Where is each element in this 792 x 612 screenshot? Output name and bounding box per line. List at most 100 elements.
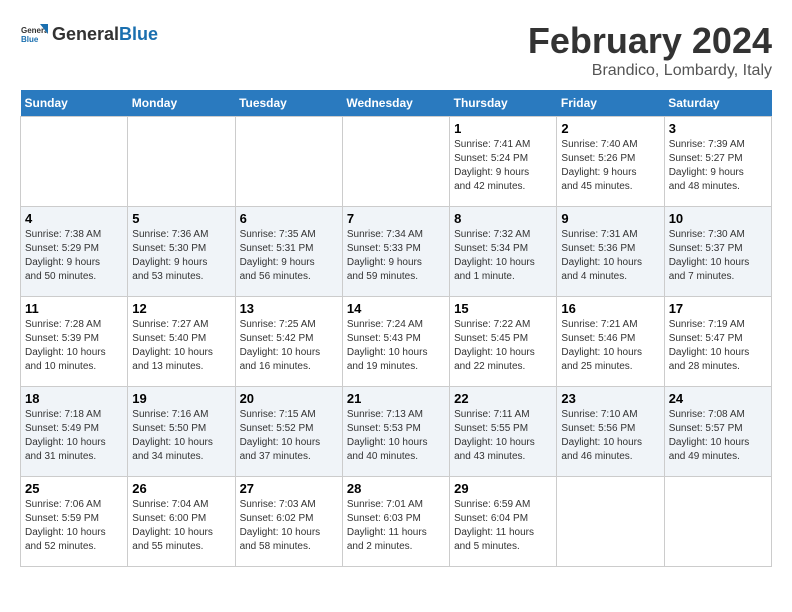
day-header-monday: Monday <box>128 90 235 117</box>
day-number: 27 <box>240 481 338 496</box>
day-info: Sunrise: 7:34 AM Sunset: 5:33 PM Dayligh… <box>347 228 445 284</box>
day-info: Sunrise: 7:39 AM Sunset: 5:27 PM Dayligh… <box>669 138 767 194</box>
day-number: 8 <box>454 211 552 226</box>
subtitle: Brandico, Lombardy, Italy <box>528 62 772 80</box>
day-info: Sunrise: 7:10 AM Sunset: 5:56 PM Dayligh… <box>561 408 659 464</box>
day-number: 2 <box>561 121 659 136</box>
day-info: Sunrise: 7:32 AM Sunset: 5:34 PM Dayligh… <box>454 228 552 284</box>
day-number: 6 <box>240 211 338 226</box>
day-number: 17 <box>669 301 767 316</box>
calendar-cell: 17Sunrise: 7:19 AM Sunset: 5:47 PM Dayli… <box>664 297 771 387</box>
main-title: February 2024 <box>528 20 772 62</box>
day-info: Sunrise: 6:59 AM Sunset: 6:04 PM Dayligh… <box>454 498 552 554</box>
calendar-cell: 16 Sunrise: 7:21 AM Sunset: 5:46 PM Dayli… <box>557 297 664 387</box>
calendar-cell: 27 Sunrise: 7:03 AM Sunset: 6:02 PM Dayli… <box>235 477 342 567</box>
day-header-thursday: Thursday <box>450 90 557 117</box>
calendar-cell: 3Sunrise: 7:39 AM Sunset: 5:27 PM Daylig… <box>664 117 771 207</box>
day-info: Sunrise: 7:28 AM Sunset: 5:39 PM Dayligh… <box>25 318 123 374</box>
day-number: 5 <box>132 211 230 226</box>
day-number: 24 <box>669 391 767 406</box>
day-info: Sunrise: 7:01 AM Sunset: 6:03 PM Dayligh… <box>347 498 445 554</box>
day-number: 10 <box>669 211 767 226</box>
logo-blue-text: Blue <box>119 24 158 45</box>
calendar-cell: 28 Sunrise: 7:01 AM Sunset: 6:03 PM Dayli… <box>342 477 449 567</box>
day-number: 9 <box>561 211 659 226</box>
day-header-sunday: Sunday <box>21 90 128 117</box>
day-info: Sunrise: 7:06 AM Sunset: 5:59 PM Dayligh… <box>25 498 123 554</box>
title-section: February 2024 Brandico, Lombardy, Italy <box>528 20 772 80</box>
calendar-week-3: 11 Sunrise: 7:28 AM Sunset: 5:39 PM Dayli… <box>21 297 772 387</box>
day-info: Sunrise: 7:35 AM Sunset: 5:31 PM Dayligh… <box>240 228 338 284</box>
day-number: 7 <box>347 211 445 226</box>
day-info: Sunrise: 7:04 AM Sunset: 6:00 PM Dayligh… <box>132 498 230 554</box>
day-number: 16 <box>561 301 659 316</box>
svg-text:Blue: Blue <box>21 35 39 44</box>
calendar-cell: 24 Sunrise: 7:08 AM Sunset: 5:57 PM Dayli… <box>664 387 771 477</box>
calendar-cell: 14Sunrise: 7:24 AM Sunset: 5:43 PM Dayli… <box>342 297 449 387</box>
day-info: Sunrise: 7:31 AM Sunset: 5:36 PM Dayligh… <box>561 228 659 284</box>
calendar-cell: 7 Sunrise: 7:34 AM Sunset: 5:33 PM Daylig… <box>342 207 449 297</box>
day-info: Sunrise: 7:30 AM Sunset: 5:37 PM Dayligh… <box>669 228 767 284</box>
day-number: 18 <box>25 391 123 406</box>
day-info: Sunrise: 7:36 AM Sunset: 5:30 PM Dayligh… <box>132 228 230 284</box>
day-number: 21 <box>347 391 445 406</box>
calendar-cell: 23 Sunrise: 7:10 AM Sunset: 5:56 PM Dayli… <box>557 387 664 477</box>
header: General Blue GeneralBlue February 2024 B… <box>20 20 772 80</box>
day-info: Sunrise: 7:18 AM Sunset: 5:49 PM Dayligh… <box>25 408 123 464</box>
day-info: Sunrise: 7:22 AM Sunset: 5:45 PM Dayligh… <box>454 318 552 374</box>
day-header-friday: Friday <box>557 90 664 117</box>
day-number: 28 <box>347 481 445 496</box>
calendar-cell: 9 Sunrise: 7:31 AM Sunset: 5:36 PM Daylig… <box>557 207 664 297</box>
day-number: 4 <box>25 211 123 226</box>
day-info: Sunrise: 7:16 AM Sunset: 5:50 PM Dayligh… <box>132 408 230 464</box>
day-info: Sunrise: 7:15 AM Sunset: 5:52 PM Dayligh… <box>240 408 338 464</box>
calendar-week-1: 1 Sunrise: 7:41 AM Sunset: 5:24 PM Daylig… <box>21 117 772 207</box>
calendar-cell: 20 Sunrise: 7:15 AM Sunset: 5:52 PM Dayli… <box>235 387 342 477</box>
calendar-cell <box>235 117 342 207</box>
calendar-cell: 26 Sunrise: 7:04 AM Sunset: 6:00 PM Dayli… <box>128 477 235 567</box>
day-number: 26 <box>132 481 230 496</box>
day-number: 11 <box>25 301 123 316</box>
day-info: Sunrise: 7:11 AM Sunset: 5:55 PM Dayligh… <box>454 408 552 464</box>
calendar-table: SundayMondayTuesdayWednesdayThursdayFrid… <box>20 90 772 567</box>
logo-general-text: General <box>52 24 119 45</box>
day-info: Sunrise: 7:41 AM Sunset: 5:24 PM Dayligh… <box>454 138 552 194</box>
calendar-cell: 5 Sunrise: 7:36 AM Sunset: 5:30 PM Daylig… <box>128 207 235 297</box>
calendar-cell <box>128 117 235 207</box>
day-number: 29 <box>454 481 552 496</box>
day-number: 14 <box>347 301 445 316</box>
day-number: 1 <box>454 121 552 136</box>
day-header-saturday: Saturday <box>664 90 771 117</box>
day-info: Sunrise: 7:03 AM Sunset: 6:02 PM Dayligh… <box>240 498 338 554</box>
calendar-cell: 15 Sunrise: 7:22 AM Sunset: 5:45 PM Dayli… <box>450 297 557 387</box>
day-number: 15 <box>454 301 552 316</box>
calendar-cell: 4 Sunrise: 7:38 AM Sunset: 5:29 PM Daylig… <box>21 207 128 297</box>
day-info: Sunrise: 7:27 AM Sunset: 5:40 PM Dayligh… <box>132 318 230 374</box>
day-number: 25 <box>25 481 123 496</box>
calendar-week-2: 4 Sunrise: 7:38 AM Sunset: 5:29 PM Daylig… <box>21 207 772 297</box>
day-header-tuesday: Tuesday <box>235 90 342 117</box>
calendar-cell: 21 Sunrise: 7:13 AM Sunset: 5:53 PM Dayli… <box>342 387 449 477</box>
calendar-cell <box>664 477 771 567</box>
calendar-cell: 13 Sunrise: 7:25 AM Sunset: 5:42 PM Dayli… <box>235 297 342 387</box>
day-info: Sunrise: 7:40 AM Sunset: 5:26 PM Dayligh… <box>561 138 659 194</box>
day-info: Sunrise: 7:08 AM Sunset: 5:57 PM Dayligh… <box>669 408 767 464</box>
day-number: 13 <box>240 301 338 316</box>
day-info: Sunrise: 7:21 AM Sunset: 5:46 PM Dayligh… <box>561 318 659 374</box>
calendar-cell: 6 Sunrise: 7:35 AM Sunset: 5:31 PM Daylig… <box>235 207 342 297</box>
day-info: Sunrise: 7:38 AM Sunset: 5:29 PM Dayligh… <box>25 228 123 284</box>
calendar-cell: 1 Sunrise: 7:41 AM Sunset: 5:24 PM Daylig… <box>450 117 557 207</box>
calendar-cell <box>342 117 449 207</box>
calendar-cell: 10 Sunrise: 7:30 AM Sunset: 5:37 PM Dayli… <box>664 207 771 297</box>
calendar-cell <box>557 477 664 567</box>
day-number: 22 <box>454 391 552 406</box>
day-info: Sunrise: 7:13 AM Sunset: 5:53 PM Dayligh… <box>347 408 445 464</box>
calendar-cell: 29 Sunrise: 6:59 AM Sunset: 6:04 PM Dayli… <box>450 477 557 567</box>
calendar-cell: 11 Sunrise: 7:28 AM Sunset: 5:39 PM Dayli… <box>21 297 128 387</box>
day-number: 23 <box>561 391 659 406</box>
day-number: 20 <box>240 391 338 406</box>
day-info: Sunrise: 7:25 AM Sunset: 5:42 PM Dayligh… <box>240 318 338 374</box>
calendar-cell: 12Sunrise: 7:27 AM Sunset: 5:40 PM Dayli… <box>128 297 235 387</box>
logo-icon: General Blue <box>20 20 48 48</box>
calendar-cell: 8 Sunrise: 7:32 AM Sunset: 5:34 PM Daylig… <box>450 207 557 297</box>
